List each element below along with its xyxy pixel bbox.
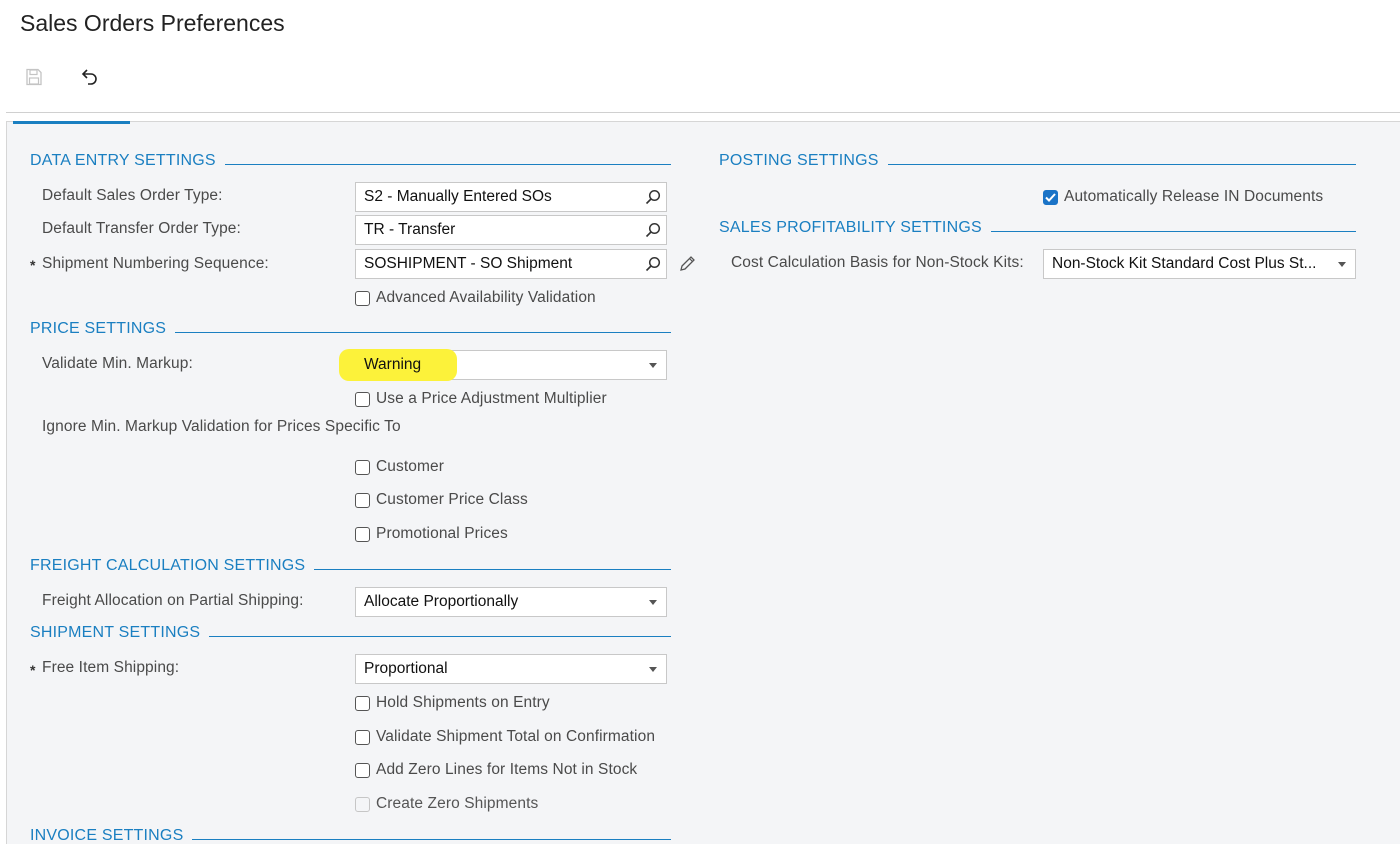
price-section-header: PRICE SETTINGS <box>30 319 671 339</box>
default-transfer-order-type-label: Default Transfer Order Type: <box>42 220 241 237</box>
checkbox-box[interactable] <box>355 526 370 542</box>
add-zero-lines-checkbox[interactable]: Add Zero Lines for Items Not in Stock <box>355 761 637 779</box>
freight-allocation-value: Allocate Proportionally <box>364 593 519 610</box>
checkbox-box[interactable] <box>355 695 370 711</box>
chevron-down-icon[interactable] <box>640 655 666 683</box>
data-entry-section-header: DATA ENTRY SETTINGS <box>30 151 671 171</box>
edit-sequence-button[interactable] <box>673 250 701 278</box>
create-zero-shipments-label: Create Zero Shipments <box>376 795 539 812</box>
free-item-shipping-value: Proportional <box>364 660 448 677</box>
freight-allocation-select[interactable]: Allocate Proportionally <box>355 587 667 617</box>
ignore-min-markup-label: Ignore Min. Markup Validation for Prices… <box>42 418 401 435</box>
active-tab-indicator <box>13 121 130 124</box>
chevron-down-icon[interactable] <box>640 588 666 616</box>
checkbox-box[interactable] <box>355 290 370 306</box>
cost-calculation-basis-label: Cost Calculation Basis for Non-Stock Kit… <box>731 254 1024 271</box>
search-icon[interactable] <box>640 216 666 244</box>
undo-button[interactable] <box>75 63 103 91</box>
profitability-section-header: SALES PROFITABILITY SETTINGS <box>719 218 1356 238</box>
auto-release-in-documents-checkbox[interactable]: Automatically Release IN Documents <box>1043 188 1323 206</box>
required-marker: * <box>30 257 36 273</box>
default-sales-order-type-label: Default Sales Order Type: <box>42 187 223 204</box>
cost-calculation-basis-value: Non-Stock Kit Standard Cost Plus St... <box>1052 255 1317 272</box>
shipment-section-title: SHIPMENT SETTINGS <box>30 624 201 641</box>
section-divider <box>209 635 671 637</box>
search-icon[interactable] <box>640 250 666 278</box>
page-title: Sales Orders Preferences <box>20 10 285 36</box>
free-item-shipping-select[interactable]: Proportional <box>355 654 667 684</box>
validate-shipment-total-label: Validate Shipment Total on Confirmation <box>376 728 656 745</box>
save-button[interactable] <box>20 63 48 91</box>
section-divider <box>990 230 1356 232</box>
section-divider <box>314 568 671 570</box>
checkbox-box[interactable] <box>355 459 370 475</box>
invoice-section-header: INVOICE SETTINGS <box>30 826 671 844</box>
section-divider <box>887 163 1356 165</box>
add-zero-lines-label: Add Zero Lines for Items Not in Stock <box>376 761 638 778</box>
freight-section-header: FREIGHT CALCULATION SETTINGS <box>30 556 671 576</box>
save-icon <box>26 68 42 86</box>
freight-allocation-label: Freight Allocation on Partial Shipping: <box>42 592 304 609</box>
required-marker: * <box>30 662 36 678</box>
data-entry-section-title: DATA ENTRY SETTINGS <box>30 152 216 169</box>
undo-icon <box>81 69 97 85</box>
chevron-down-icon[interactable] <box>1329 250 1355 278</box>
price-section-title: PRICE SETTINGS <box>30 320 167 337</box>
checkbox-box[interactable] <box>355 762 370 778</box>
profitability-section-title: SALES PROFITABILITY SETTINGS <box>719 219 982 236</box>
section-divider <box>224 163 671 165</box>
validate-min-markup-label: Validate Min. Markup: <box>42 355 193 372</box>
default-transfer-order-type-field[interactable]: TR - Transfer <box>355 215 667 245</box>
default-sales-order-type-field[interactable]: S2 - Manually Entered SOs <box>355 182 667 212</box>
freight-section-title: FREIGHT CALCULATION SETTINGS <box>30 557 306 574</box>
section-divider <box>192 838 671 840</box>
promotional-prices-label: Promotional Prices <box>376 525 508 542</box>
checkmark-icon <box>1045 192 1056 202</box>
posting-section-title: POSTING SETTINGS <box>719 152 879 169</box>
customer-label: Customer <box>376 458 444 475</box>
shipment-section-header: SHIPMENT SETTINGS <box>30 623 671 643</box>
checkbox-box[interactable] <box>355 492 370 508</box>
pencil-icon <box>680 256 695 271</box>
free-item-shipping-label: Free Item Shipping: <box>42 659 180 676</box>
section-divider <box>175 331 671 333</box>
search-icon[interactable] <box>640 183 666 211</box>
posting-section-header: POSTING SETTINGS <box>719 151 1356 171</box>
header-divider <box>6 112 1400 113</box>
customer-checkbox[interactable]: Customer <box>355 458 444 476</box>
customer-price-class-label: Customer Price Class <box>376 491 528 508</box>
checkbox-box[interactable] <box>1043 189 1058 205</box>
shipment-numbering-sequence-value: SOSHIPMENT - SO Shipment <box>364 255 573 272</box>
default-sales-order-type-value: S2 - Manually Entered SOs <box>364 188 552 205</box>
auto-release-in-documents-label: Automatically Release IN Documents <box>1064 188 1324 205</box>
validate-min-markup-value: Warning <box>364 356 422 373</box>
hold-shipments-checkbox[interactable]: Hold Shipments on Entry <box>355 694 550 712</box>
promotional-prices-checkbox[interactable]: Promotional Prices <box>355 525 508 543</box>
chevron-down-icon[interactable] <box>640 351 666 379</box>
customer-price-class-checkbox[interactable]: Customer Price Class <box>355 491 528 509</box>
advanced-availability-checkbox[interactable]: Advanced Availability Validation <box>355 289 596 307</box>
shipment-numbering-sequence-field[interactable]: SOSHIPMENT - SO Shipment <box>355 249 667 279</box>
shipment-numbering-sequence-label: Shipment Numbering Sequence: <box>42 255 269 272</box>
default-transfer-order-type-value: TR - Transfer <box>364 221 456 238</box>
validate-shipment-total-checkbox[interactable]: Validate Shipment Total on Confirmation <box>355 728 655 746</box>
create-zero-shipments-checkbox: Create Zero Shipments <box>355 795 538 813</box>
price-adjustment-multiplier-checkbox[interactable]: Use a Price Adjustment Multiplier <box>355 390 607 408</box>
invoice-section-title: INVOICE SETTINGS <box>30 827 184 844</box>
checkbox-box <box>355 796 370 812</box>
checkbox-box[interactable] <box>355 391 370 407</box>
hold-shipments-label: Hold Shipments on Entry <box>376 694 550 711</box>
checkbox-box[interactable] <box>355 729 370 745</box>
validate-min-markup-select[interactable]: Warning <box>339 349 667 381</box>
cost-calculation-basis-select[interactable]: Non-Stock Kit Standard Cost Plus St... <box>1043 249 1356 279</box>
price-adjustment-multiplier-label: Use a Price Adjustment Multiplier <box>376 390 607 407</box>
advanced-availability-label: Advanced Availability Validation <box>376 289 596 306</box>
